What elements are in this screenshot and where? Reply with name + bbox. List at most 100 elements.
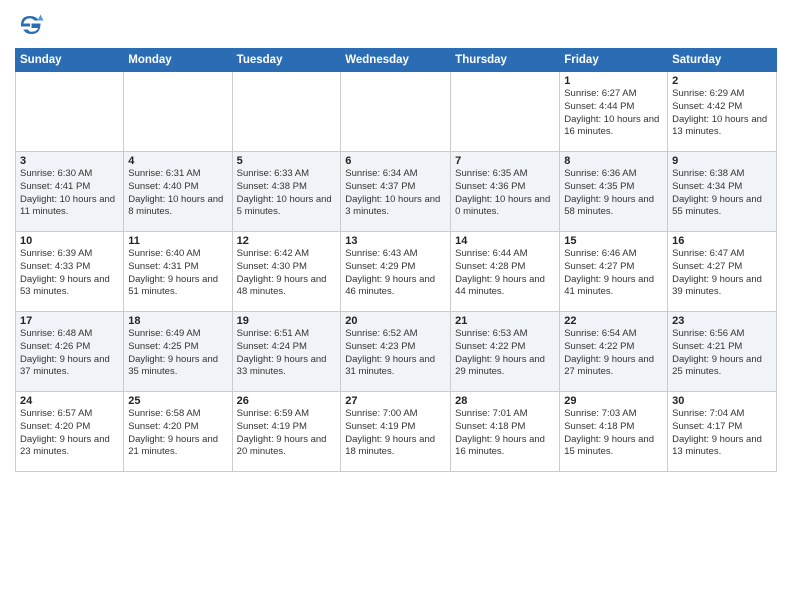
- day-number: 23: [672, 315, 772, 327]
- calendar-cell: [341, 72, 451, 152]
- day-number: 25: [128, 395, 227, 407]
- calendar-week-row: 24Sunrise: 6:57 AM Sunset: 4:20 PM Dayli…: [16, 392, 777, 472]
- day-info: Sunrise: 6:38 AM Sunset: 4:34 PM Dayligh…: [672, 168, 772, 219]
- calendar-cell: 25Sunrise: 6:58 AM Sunset: 4:20 PM Dayli…: [124, 392, 232, 472]
- calendar-cell: 23Sunrise: 6:56 AM Sunset: 4:21 PM Dayli…: [668, 312, 777, 392]
- calendar-header-sunday: Sunday: [16, 49, 124, 72]
- day-number: 16: [672, 235, 772, 247]
- calendar-cell: 6Sunrise: 6:34 AM Sunset: 4:37 PM Daylig…: [341, 152, 451, 232]
- day-info: Sunrise: 7:00 AM Sunset: 4:19 PM Dayligh…: [345, 408, 446, 459]
- calendar-cell: 26Sunrise: 6:59 AM Sunset: 4:19 PM Dayli…: [232, 392, 341, 472]
- day-number: 6: [345, 155, 446, 167]
- day-info: Sunrise: 6:35 AM Sunset: 4:36 PM Dayligh…: [455, 168, 555, 219]
- calendar-cell: [232, 72, 341, 152]
- day-info: Sunrise: 6:42 AM Sunset: 4:30 PM Dayligh…: [237, 248, 337, 299]
- day-number: 26: [237, 395, 337, 407]
- day-info: Sunrise: 6:51 AM Sunset: 4:24 PM Dayligh…: [237, 328, 337, 379]
- calendar-cell: 14Sunrise: 6:44 AM Sunset: 4:28 PM Dayli…: [451, 232, 560, 312]
- calendar-cell: 21Sunrise: 6:53 AM Sunset: 4:22 PM Dayli…: [451, 312, 560, 392]
- day-number: 11: [128, 235, 227, 247]
- day-info: Sunrise: 6:52 AM Sunset: 4:23 PM Dayligh…: [345, 328, 446, 379]
- day-number: 17: [20, 315, 119, 327]
- day-number: 22: [564, 315, 663, 327]
- day-info: Sunrise: 6:29 AM Sunset: 4:42 PM Dayligh…: [672, 88, 772, 139]
- day-number: 13: [345, 235, 446, 247]
- day-info: Sunrise: 6:53 AM Sunset: 4:22 PM Dayligh…: [455, 328, 555, 379]
- calendar-header-saturday: Saturday: [668, 49, 777, 72]
- calendar-header-row: SundayMondayTuesdayWednesdayThursdayFrid…: [16, 49, 777, 72]
- calendar-cell: 28Sunrise: 7:01 AM Sunset: 4:18 PM Dayli…: [451, 392, 560, 472]
- calendar-cell: 24Sunrise: 6:57 AM Sunset: 4:20 PM Dayli…: [16, 392, 124, 472]
- calendar-cell: 27Sunrise: 7:00 AM Sunset: 4:19 PM Dayli…: [341, 392, 451, 472]
- calendar-cell: 7Sunrise: 6:35 AM Sunset: 4:36 PM Daylig…: [451, 152, 560, 232]
- day-number: 9: [672, 155, 772, 167]
- calendar: SundayMondayTuesdayWednesdayThursdayFrid…: [15, 48, 777, 472]
- calendar-header-monday: Monday: [124, 49, 232, 72]
- calendar-cell: 30Sunrise: 7:04 AM Sunset: 4:17 PM Dayli…: [668, 392, 777, 472]
- calendar-week-row: 3Sunrise: 6:30 AM Sunset: 4:41 PM Daylig…: [16, 152, 777, 232]
- calendar-cell: 18Sunrise: 6:49 AM Sunset: 4:25 PM Dayli…: [124, 312, 232, 392]
- calendar-cell: 11Sunrise: 6:40 AM Sunset: 4:31 PM Dayli…: [124, 232, 232, 312]
- day-number: 15: [564, 235, 663, 247]
- day-number: 2: [672, 75, 772, 87]
- calendar-cell: 8Sunrise: 6:36 AM Sunset: 4:35 PM Daylig…: [560, 152, 668, 232]
- day-info: Sunrise: 6:56 AM Sunset: 4:21 PM Dayligh…: [672, 328, 772, 379]
- day-info: Sunrise: 6:57 AM Sunset: 4:20 PM Dayligh…: [20, 408, 119, 459]
- logo-icon: [15, 10, 45, 40]
- calendar-header-wednesday: Wednesday: [341, 49, 451, 72]
- day-number: 28: [455, 395, 555, 407]
- calendar-header-thursday: Thursday: [451, 49, 560, 72]
- calendar-cell: 19Sunrise: 6:51 AM Sunset: 4:24 PM Dayli…: [232, 312, 341, 392]
- day-number: 27: [345, 395, 446, 407]
- calendar-cell: [451, 72, 560, 152]
- calendar-cell: 20Sunrise: 6:52 AM Sunset: 4:23 PM Dayli…: [341, 312, 451, 392]
- calendar-cell: [124, 72, 232, 152]
- calendar-cell: 3Sunrise: 6:30 AM Sunset: 4:41 PM Daylig…: [16, 152, 124, 232]
- day-info: Sunrise: 7:01 AM Sunset: 4:18 PM Dayligh…: [455, 408, 555, 459]
- day-number: 20: [345, 315, 446, 327]
- day-number: 19: [237, 315, 337, 327]
- day-info: Sunrise: 6:36 AM Sunset: 4:35 PM Dayligh…: [564, 168, 663, 219]
- calendar-cell: 16Sunrise: 6:47 AM Sunset: 4:27 PM Dayli…: [668, 232, 777, 312]
- calendar-cell: 10Sunrise: 6:39 AM Sunset: 4:33 PM Dayli…: [16, 232, 124, 312]
- calendar-cell: 17Sunrise: 6:48 AM Sunset: 4:26 PM Dayli…: [16, 312, 124, 392]
- calendar-cell: 13Sunrise: 6:43 AM Sunset: 4:29 PM Dayli…: [341, 232, 451, 312]
- calendar-header-tuesday: Tuesday: [232, 49, 341, 72]
- calendar-cell: 1Sunrise: 6:27 AM Sunset: 4:44 PM Daylig…: [560, 72, 668, 152]
- day-number: 4: [128, 155, 227, 167]
- day-number: 24: [20, 395, 119, 407]
- calendar-header-friday: Friday: [560, 49, 668, 72]
- day-info: Sunrise: 6:31 AM Sunset: 4:40 PM Dayligh…: [128, 168, 227, 219]
- day-number: 8: [564, 155, 663, 167]
- calendar-week-row: 17Sunrise: 6:48 AM Sunset: 4:26 PM Dayli…: [16, 312, 777, 392]
- day-info: Sunrise: 6:54 AM Sunset: 4:22 PM Dayligh…: [564, 328, 663, 379]
- calendar-cell: 2Sunrise: 6:29 AM Sunset: 4:42 PM Daylig…: [668, 72, 777, 152]
- day-number: 29: [564, 395, 663, 407]
- day-info: Sunrise: 6:47 AM Sunset: 4:27 PM Dayligh…: [672, 248, 772, 299]
- page-container: SundayMondayTuesdayWednesdayThursdayFrid…: [0, 0, 792, 482]
- day-number: 30: [672, 395, 772, 407]
- day-number: 18: [128, 315, 227, 327]
- day-number: 14: [455, 235, 555, 247]
- day-info: Sunrise: 6:40 AM Sunset: 4:31 PM Dayligh…: [128, 248, 227, 299]
- day-info: Sunrise: 6:34 AM Sunset: 4:37 PM Dayligh…: [345, 168, 446, 219]
- day-info: Sunrise: 6:39 AM Sunset: 4:33 PM Dayligh…: [20, 248, 119, 299]
- calendar-cell: 29Sunrise: 7:03 AM Sunset: 4:18 PM Dayli…: [560, 392, 668, 472]
- calendar-cell: 12Sunrise: 6:42 AM Sunset: 4:30 PM Dayli…: [232, 232, 341, 312]
- day-number: 12: [237, 235, 337, 247]
- day-info: Sunrise: 6:30 AM Sunset: 4:41 PM Dayligh…: [20, 168, 119, 219]
- day-info: Sunrise: 6:49 AM Sunset: 4:25 PM Dayligh…: [128, 328, 227, 379]
- day-info: Sunrise: 6:43 AM Sunset: 4:29 PM Dayligh…: [345, 248, 446, 299]
- day-info: Sunrise: 7:03 AM Sunset: 4:18 PM Dayligh…: [564, 408, 663, 459]
- day-info: Sunrise: 6:59 AM Sunset: 4:19 PM Dayligh…: [237, 408, 337, 459]
- calendar-cell: 15Sunrise: 6:46 AM Sunset: 4:27 PM Dayli…: [560, 232, 668, 312]
- day-info: Sunrise: 6:27 AM Sunset: 4:44 PM Dayligh…: [564, 88, 663, 139]
- calendar-week-row: 1Sunrise: 6:27 AM Sunset: 4:44 PM Daylig…: [16, 72, 777, 152]
- logo: [15, 10, 49, 40]
- day-info: Sunrise: 6:48 AM Sunset: 4:26 PM Dayligh…: [20, 328, 119, 379]
- calendar-cell: 22Sunrise: 6:54 AM Sunset: 4:22 PM Dayli…: [560, 312, 668, 392]
- day-number: 5: [237, 155, 337, 167]
- day-number: 21: [455, 315, 555, 327]
- day-info: Sunrise: 6:44 AM Sunset: 4:28 PM Dayligh…: [455, 248, 555, 299]
- day-info: Sunrise: 6:58 AM Sunset: 4:20 PM Dayligh…: [128, 408, 227, 459]
